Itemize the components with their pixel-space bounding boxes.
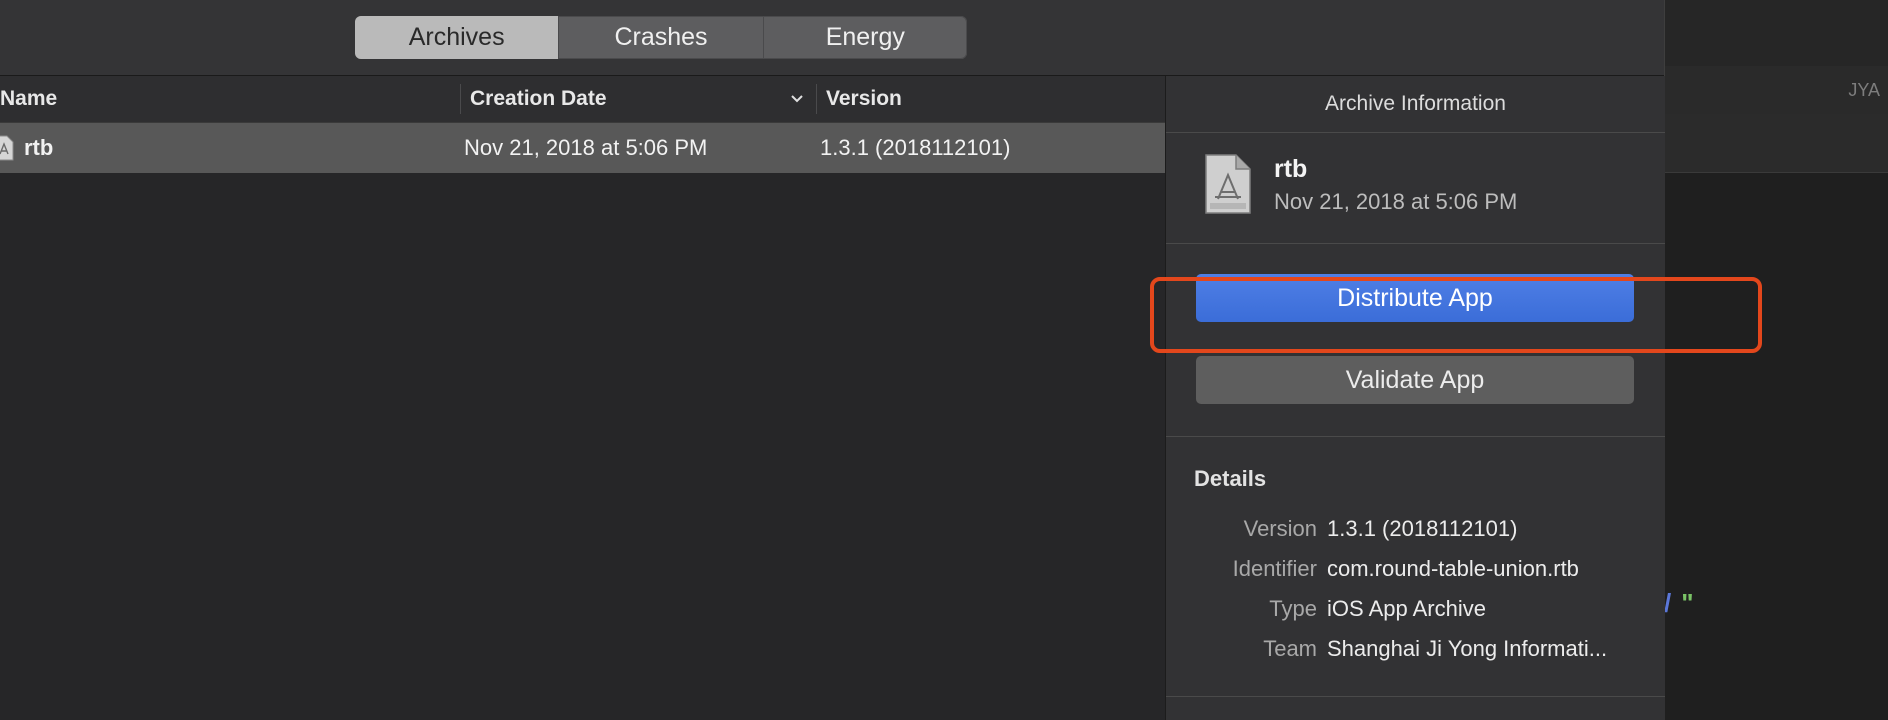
archive-file-icon [0,135,14,161]
archives-list: Name Creation Date Version rtb Nov 21, 2… [0,76,1165,720]
code-quote: " [1681,588,1694,618]
detail-key: Type [1269,596,1317,621]
table-row[interactable]: rtb Nov 21, 2018 at 5:06 PM 1.3.1 (20181… [0,123,1165,173]
details-heading: Details [1194,466,1267,491]
category-segmented-control: Archives Crashes Energy [355,16,967,59]
column-header-version[interactable]: Version [826,76,902,122]
row-version: 1.3.1 (2018112101) [820,135,1011,160]
code-slash: / [1664,588,1672,618]
background-toolbar [1664,0,1888,67]
row-name: rtb [24,135,54,160]
archive-summary: rtb Nov 21, 2018 at 5:06 PM [1166,133,1665,244]
detail-row-team: Team Shanghai Ji Yong Informati... [1166,636,1665,666]
column-header-name[interactable]: Name [0,76,57,122]
organizer-window: Archives Crashes Energy Name Creation Da… [0,0,1665,720]
background-jumpbar [1664,114,1888,173]
background-code-snippet: / " [1664,588,1694,619]
tab-archives[interactable]: Archives [355,16,559,59]
validate-app-button[interactable]: Validate App [1196,356,1634,404]
archive-inspector: Archive Information rtb Nov 21, 2018 at … [1165,76,1665,720]
divider [1166,436,1665,437]
tab-energy[interactable]: Energy [762,16,967,59]
column-divider[interactable] [816,84,817,114]
chevron-down-icon[interactable] [788,90,806,108]
detail-value: Shanghai Ji Yong Informati... [1327,636,1608,661]
archive-name: rtb [1274,155,1308,183]
detail-key: Version [1243,516,1317,541]
inspector-title: Archive Information [1166,76,1665,133]
background-initials: JYA [1848,80,1880,100]
archive-date: Nov 21, 2018 at 5:06 PM [1274,189,1518,214]
column-divider[interactable] [460,84,461,114]
detail-value: 1.3.1 (2018112101) [1327,516,1518,541]
tab-crashes[interactable]: Crashes [558,16,762,59]
list-header: Name Creation Date Version [0,76,1165,123]
detail-row-type: Type iOS App Archive [1166,596,1665,626]
column-header-creation-date[interactable]: Creation Date [470,76,607,122]
detail-value: iOS App Archive [1327,596,1486,621]
detail-row-identifier: Identifier com.round-table-union.rtb [1166,556,1665,586]
archive-file-icon [1205,154,1251,214]
detail-row-version: Version 1.3.1 (2018112101) [1166,516,1665,546]
detail-value: com.round-table-union.rtb [1327,556,1579,581]
detail-key: Identifier [1232,556,1317,581]
toolbar: Archives Crashes Energy [0,0,1664,76]
detail-key: Team [1263,636,1317,661]
divider [1166,696,1665,697]
annotation-highlight-box [1150,277,1762,353]
row-creation-date: Nov 21, 2018 at 5:06 PM [464,135,708,160]
background-window: JYA / " [1664,0,1888,720]
